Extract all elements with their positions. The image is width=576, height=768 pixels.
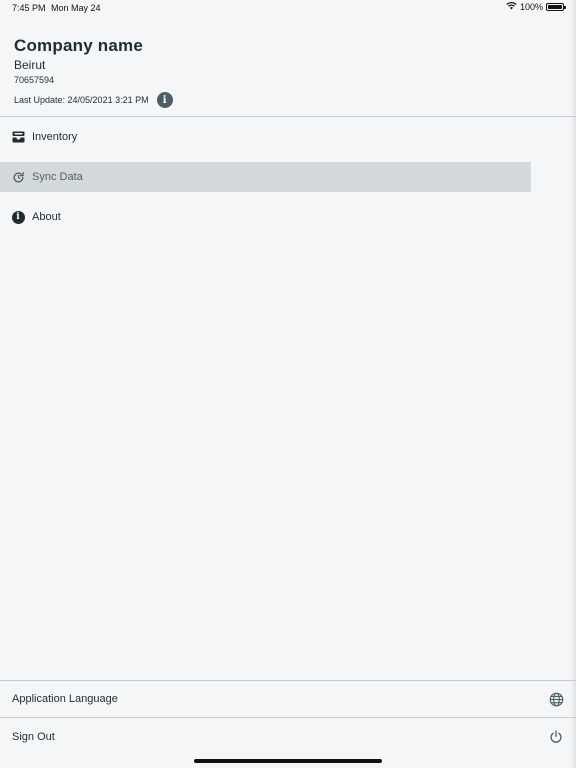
sign-out-row[interactable]: Sign Out (0, 719, 576, 755)
sync-icon (11, 170, 25, 184)
battery-percent: 100% (519, 2, 543, 12)
app-screen: 7:45 PM Mon May 24 100% Company name Bei… (0, 0, 576, 768)
battery-icon (546, 3, 566, 11)
globe-icon (548, 691, 564, 707)
menu-item-label: About (32, 211, 61, 223)
bottom-divider-middle (0, 717, 576, 718)
status-time: 7:45 PM (12, 3, 46, 13)
menu-item-label: Inventory (32, 131, 78, 143)
info-icon[interactable]: i (156, 92, 173, 108)
battery-level-fill (548, 5, 562, 9)
last-update-row: Last Update: 24/05/2021 3:21 PM i (14, 92, 173, 108)
menu-item-sync-data[interactable]: Sync Data (0, 162, 531, 192)
wifi-icon (506, 2, 517, 12)
home-indicator[interactable] (194, 759, 382, 763)
power-icon (548, 729, 564, 745)
company-city: Beirut (14, 58, 46, 72)
status-bar: 7:45 PM Mon May 24 100% (0, 0, 576, 16)
about-info-icon: i (11, 210, 25, 224)
company-header: Company name Beirut 70657594 (14, 36, 143, 85)
menu-item-label: Sync Data (32, 171, 83, 183)
company-name: Company name (14, 36, 143, 55)
menu-item-about[interactable]: i About (0, 202, 531, 232)
application-language-label: Application Language (12, 693, 118, 705)
status-right: 100% (506, 2, 566, 12)
application-language-row[interactable]: Application Language (0, 681, 576, 717)
last-update-label: Last Update: 24/05/2021 3:21 PM (14, 95, 149, 105)
menu-item-inventory[interactable]: Inventory (0, 122, 531, 152)
header-divider (0, 116, 576, 117)
company-phone: 70657594 (14, 75, 55, 85)
sign-out-label: Sign Out (12, 731, 55, 743)
status-date: Mon May 24 (51, 3, 101, 13)
inventory-icon (11, 130, 25, 144)
